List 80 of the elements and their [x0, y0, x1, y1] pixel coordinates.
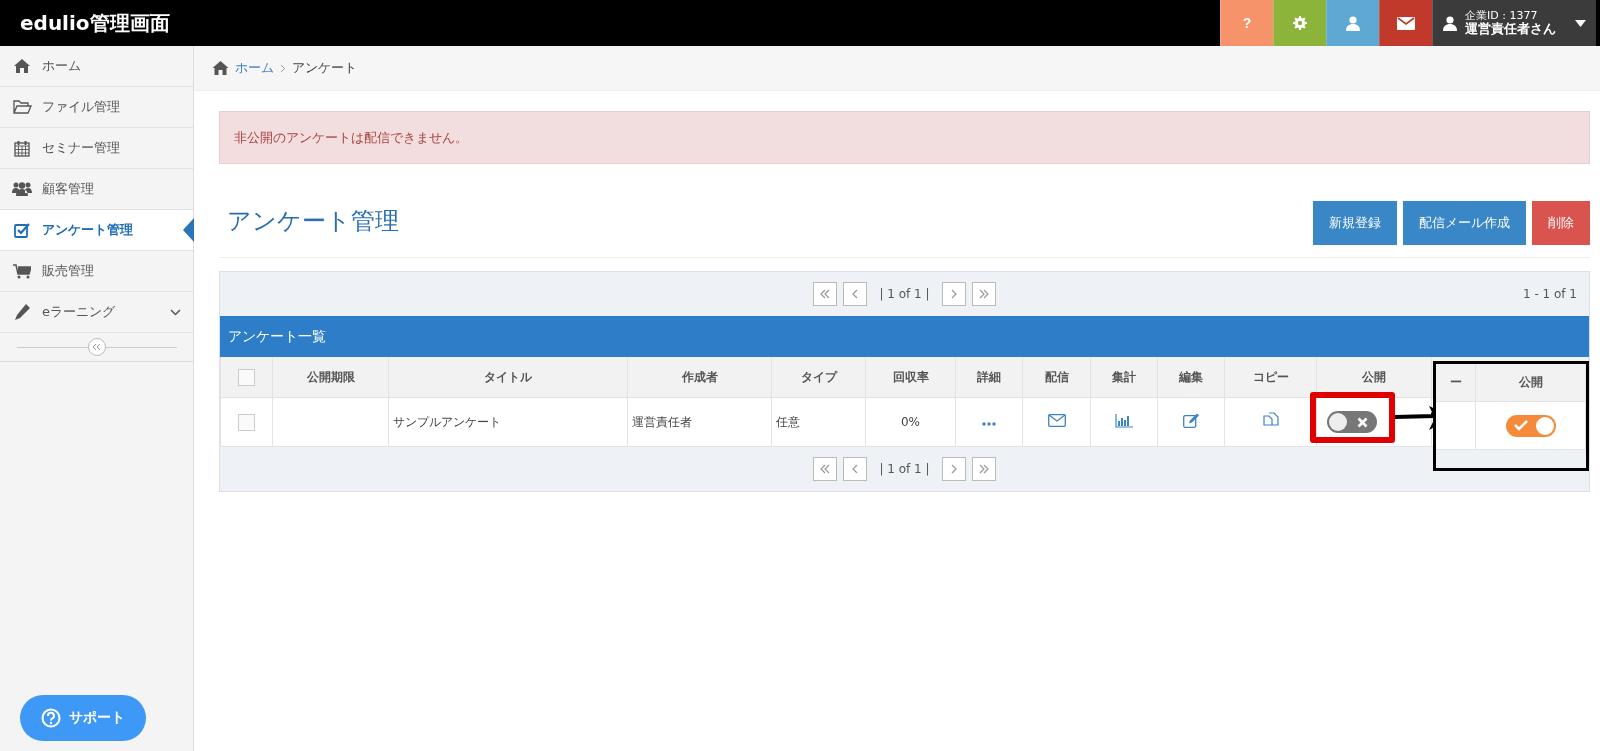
collapse-button[interactable] — [87, 338, 106, 356]
page-info: | 1 of 1 | — [878, 462, 931, 476]
mail-icon — [1397, 16, 1415, 30]
folder-icon — [12, 100, 32, 114]
first-page-button[interactable] — [813, 457, 838, 481]
page-info: | 1 of 1 | — [878, 287, 931, 301]
column-header: ー — [1436, 364, 1476, 402]
page-title: アンケート管理 — [226, 206, 399, 237]
table-cell: 任意 — [771, 397, 866, 447]
column-header: 集計 — [1090, 357, 1158, 398]
settings-button[interactable] — [1273, 0, 1326, 46]
copy-icon[interactable] — [1262, 412, 1279, 429]
people-icon — [12, 182, 32, 196]
action-button[interactable]: 配信メール作成 — [1403, 201, 1526, 245]
check-icon — [1513, 420, 1528, 431]
breadcrumb-link[interactable]: ホーム — [235, 59, 274, 77]
last-page-button[interactable] — [971, 282, 996, 306]
column-header: 作成者 — [627, 357, 772, 398]
toggle-switch[interactable] — [1505, 414, 1556, 437]
last-page-icon — [977, 463, 990, 475]
sidebar-item[interactable]: アンケート管理 — [0, 210, 193, 251]
table-cell: 0% — [865, 397, 956, 447]
bar-chart-icon[interactable] — [1115, 413, 1133, 428]
double-chevron-left-icon — [92, 343, 101, 351]
table-cell: サンプルアンケート — [388, 397, 628, 447]
row-checkbox[interactable] — [238, 368, 255, 386]
column-header: タイトル — [388, 357, 628, 398]
delete-button[interactable]: 削除 — [1532, 201, 1590, 245]
first-page-icon — [819, 463, 832, 475]
mail-icon[interactable] — [1047, 414, 1066, 427]
user-icon — [1443, 15, 1457, 31]
calendar-icon — [14, 139, 30, 157]
last-page-button[interactable] — [971, 457, 996, 481]
sidebar-item[interactable]: ファイル管理 — [0, 87, 193, 128]
alert-message: 非公開のアンケートは配信できません。 — [219, 111, 1590, 164]
edit-icon[interactable] — [1182, 413, 1200, 428]
first-page-icon — [819, 288, 832, 300]
column-header: 公開期限 — [272, 357, 389, 398]
previous-page-button[interactable] — [843, 457, 868, 481]
first-page-button[interactable] — [813, 282, 838, 306]
more-icon[interactable] — [982, 422, 996, 426]
help-icon — [41, 708, 61, 728]
user-name: 運営責任者さん — [1465, 21, 1557, 36]
app-title: edulio管理画面 — [19, 9, 171, 37]
home-icon — [14, 59, 30, 73]
column-header: 詳細 — [955, 357, 1023, 398]
mail-button[interactable] — [1379, 0, 1432, 46]
caret-icon — [1575, 19, 1586, 27]
column-header: 編集 — [1157, 357, 1225, 398]
user-menu[interactable]: 企業ID : 1377 運営責任者さん — [1432, 0, 1596, 46]
column-header: 回収率 — [865, 357, 956, 398]
table-cell: 運営責任者 — [627, 397, 772, 447]
row-checkbox[interactable] — [238, 413, 255, 431]
sidebar-item[interactable]: セミナー管理 — [0, 128, 193, 169]
column-header: タイプ — [771, 357, 866, 398]
breadcrumb-current: アンケート — [292, 59, 357, 77]
table-title: アンケート一覧 — [220, 316, 1589, 357]
pencil-icon — [14, 304, 30, 320]
settings-icon — [1293, 16, 1307, 30]
column-header: 配信 — [1022, 357, 1091, 398]
chevron-right-icon — [280, 63, 286, 73]
column-header: コピー — [1224, 357, 1317, 398]
last-page-icon — [977, 288, 990, 300]
previous-page-button[interactable] — [843, 282, 868, 306]
user-icon — [1346, 15, 1360, 31]
column-header: 公開 — [1476, 364, 1586, 402]
profile-button[interactable] — [1326, 0, 1379, 46]
checkbox-icon — [14, 222, 30, 238]
column-header: 公開 — [1316, 357, 1432, 398]
company-id: 企業ID : 1377 — [1465, 10, 1539, 22]
toggle-switch[interactable] — [1327, 411, 1377, 433]
sidebar-item[interactable]: 販売管理 — [0, 251, 193, 292]
record-range: 1 - 1 of 1 — [1522, 287, 1577, 301]
next-page-button[interactable] — [941, 457, 966, 481]
sidebar-item[interactable]: ホーム — [0, 46, 193, 87]
cross-icon — [1357, 416, 1368, 428]
next-page-button[interactable] — [941, 282, 966, 306]
home-icon — [212, 61, 229, 75]
action-button[interactable]: 新規登録 — [1313, 201, 1397, 245]
cart-icon — [13, 263, 31, 279]
